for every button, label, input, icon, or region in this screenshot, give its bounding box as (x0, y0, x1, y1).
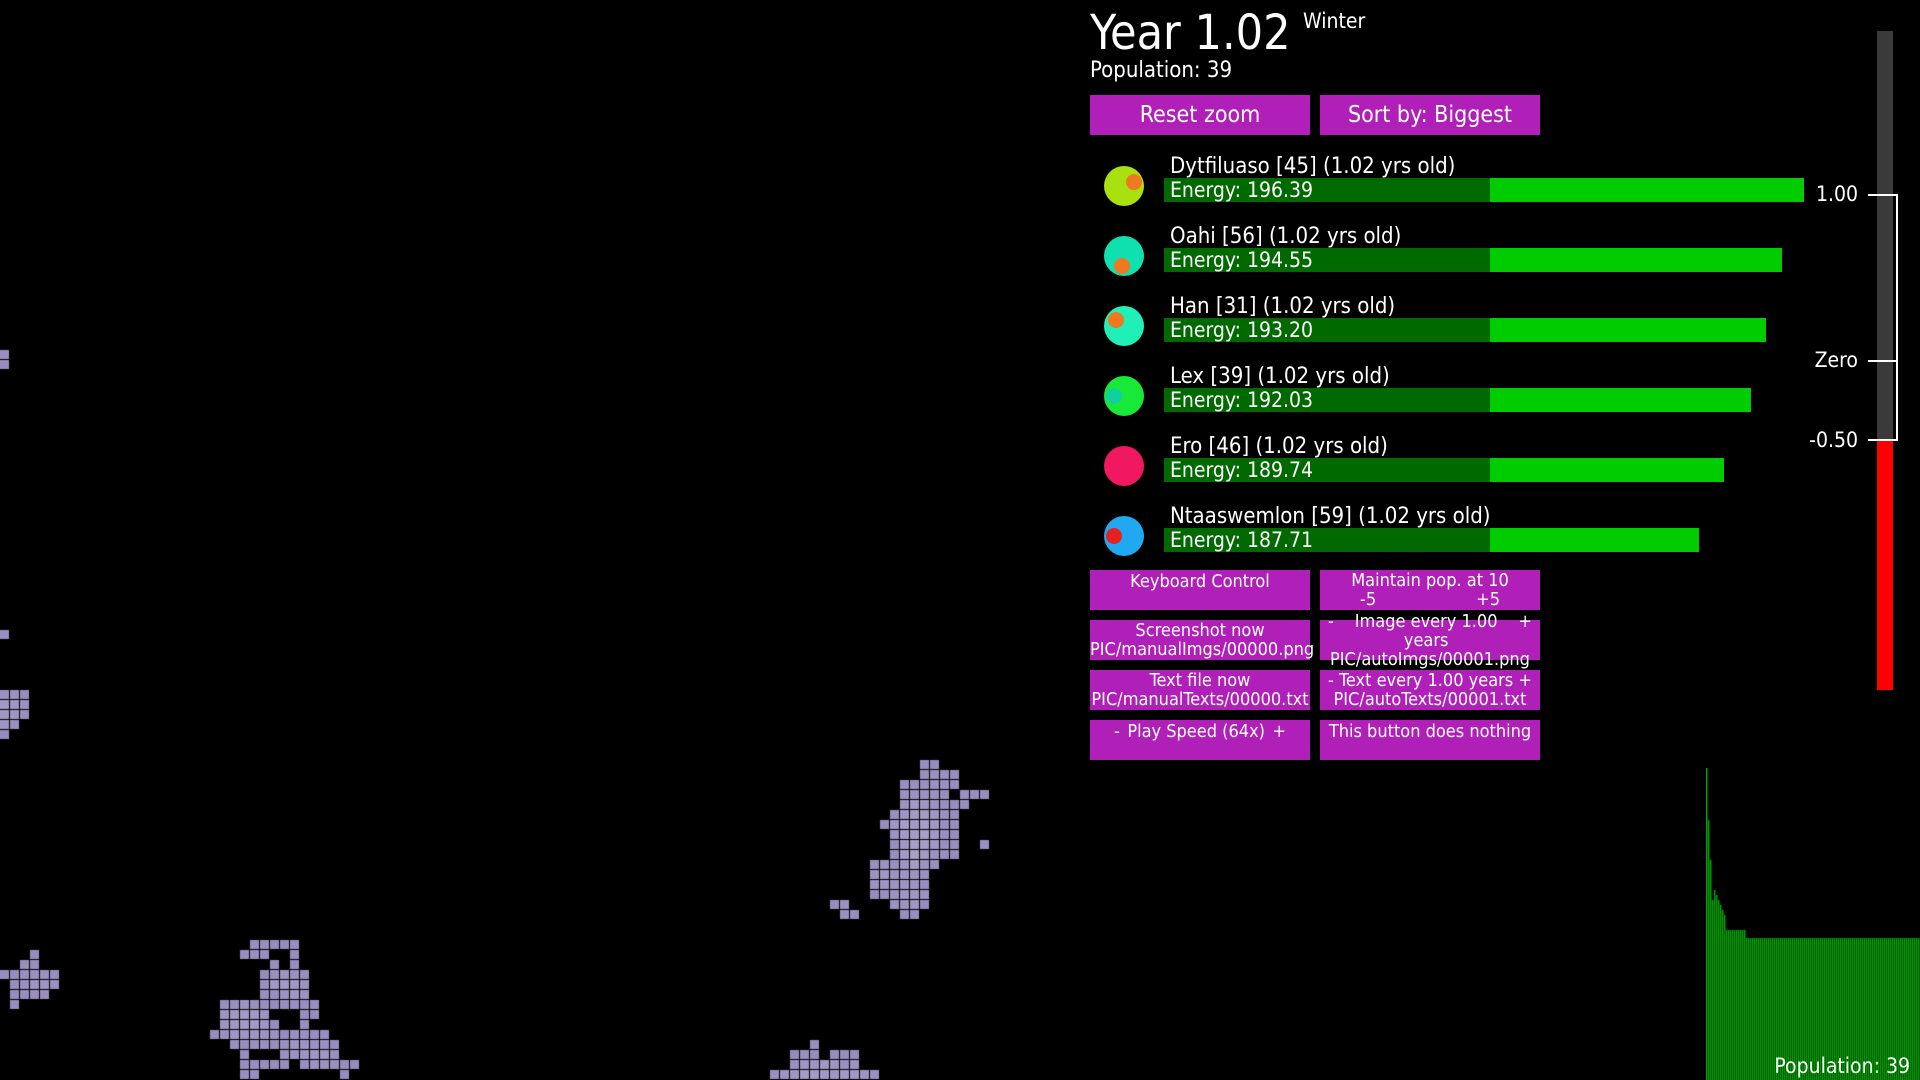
text-every-label: Text every 1.00 years (1339, 670, 1514, 691)
text-every-decrease-button[interactable]: - (1328, 671, 1334, 690)
energy-bar: Energy: 196.39 (1164, 178, 1804, 202)
maintain-pop-increase-button[interactable]: +5 (1476, 590, 1500, 609)
scale-bracket (1896, 194, 1898, 441)
creature-row[interactable]: Dytfiluaso [45] (1.02 yrs old) Energy: 1… (1090, 152, 1810, 214)
text-file-now-button[interactable]: Text file now PIC/manualTexts/00000.txt (1090, 670, 1310, 710)
scale-top-label: 1.00 (1815, 182, 1858, 206)
creature-spot-icon (1106, 528, 1122, 544)
scale-tick-value (1868, 439, 1898, 441)
text-file-now-label: Text file now (1149, 670, 1251, 691)
maintain-pop-decrease-button[interactable]: -5 (1360, 590, 1376, 609)
energy-label: Energy: 187.71 (1170, 528, 1314, 552)
population-histogram (1706, 768, 1920, 1080)
creature-row[interactable]: Oahi [56] (1.02 yrs old) Energy: 194.55 (1090, 222, 1810, 284)
image-every-button[interactable]: - Image every 1.00 years + PIC/autoImgs/00… (1320, 612, 1540, 669)
creature-spot-icon (1114, 258, 1130, 274)
maintain-pop-button[interactable]: Maintain pop. at 10 -5 +5 (1320, 570, 1540, 610)
keyboard-control-label: Keyboard Control (1130, 571, 1270, 592)
play-speed-increase-button[interactable]: + (1272, 722, 1286, 741)
energy-bar: Energy: 194.55 (1164, 248, 1782, 272)
creature-row[interactable]: Ntaaswemlon [59] (1.02 yrs old) Energy: … (1090, 502, 1810, 564)
keyboard-control-button[interactable]: Keyboard Control (1090, 570, 1310, 610)
play-speed-button[interactable]: - Play Speed (64x) + (1090, 720, 1310, 760)
image-every-increase-button[interactable]: + (1518, 612, 1532, 650)
creature-icon (1104, 236, 1144, 276)
creature-row[interactable]: Lex [39] (1.02 yrs old) Energy: 192.03 (1090, 362, 1810, 424)
energy-bar: Energy: 187.71 (1164, 528, 1699, 552)
nothing-button[interactable]: This button does nothing (1320, 720, 1540, 760)
text-every-path: PIC/autoTexts/00001.txt (1333, 689, 1527, 710)
screenshot-now-label: Screenshot now (1135, 620, 1265, 641)
energy-label: Energy: 196.39 (1170, 178, 1314, 202)
text-every-button[interactable]: - Text every 1.00 years + PIC/autoTexts/00… (1320, 670, 1540, 710)
sort-by-label: Sort by: Biggest (1347, 101, 1513, 128)
screenshot-now-button[interactable]: Screenshot now PIC/manualImgs/00000.png (1090, 620, 1315, 660)
play-speed-decrease-button[interactable]: - (1114, 722, 1120, 741)
creature-name: Han [31] (1.02 yrs old) (1170, 294, 1396, 319)
text-file-path: PIC/manualTexts/00000.txt (1091, 689, 1309, 710)
season-display: Winter (1303, 9, 1366, 33)
energy-bar: Energy: 193.20 (1164, 318, 1766, 342)
energy-bar: Energy: 192.03 (1164, 388, 1751, 412)
creature-name: Ero [46] (1.02 yrs old) (1170, 434, 1388, 459)
creature-icon (1104, 306, 1144, 346)
text-every-increase-button[interactable]: + (1518, 671, 1532, 690)
creature-name: Ntaaswemlon [59] (1.02 yrs old) (1170, 504, 1491, 529)
nothing-button-label: This button does nothing (1328, 721, 1532, 742)
histogram-population-label: Population: 39 (1774, 1054, 1910, 1078)
creature-row[interactable]: Han [31] (1.02 yrs old) Energy: 193.20 (1090, 292, 1810, 354)
energy-label: Energy: 192.03 (1170, 388, 1314, 412)
scale-zero-label: Zero (1814, 348, 1858, 372)
screenshot-path: PIC/manualImgs/00000.png (1090, 639, 1315, 660)
reset-zoom-button[interactable]: Reset zoom (1090, 95, 1310, 135)
creature-icon (1104, 446, 1144, 486)
world-map[interactable] (0, 0, 1080, 1080)
creature-name: Dytfiluaso [45] (1.02 yrs old) (1170, 154, 1456, 179)
energy-label: Energy: 193.20 (1170, 318, 1314, 342)
creature-icon (1104, 376, 1144, 416)
play-speed-label: Play Speed (64x) (1127, 721, 1265, 742)
creature-row[interactable]: Ero [46] (1.02 yrs old) Energy: 189.74 (1090, 432, 1810, 494)
image-every-label: Image every 1.00 years (1354, 610, 1498, 651)
scale-value-label: -0.50 (1809, 428, 1858, 452)
scale-tick-top (1868, 194, 1898, 196)
creature-spot-icon (1106, 388, 1122, 404)
reset-zoom-label: Reset zoom (1139, 101, 1261, 128)
scale-value-fill (1877, 440, 1893, 690)
scale-tick-zero (1868, 360, 1898, 362)
energy-bar: Energy: 189.74 (1164, 458, 1724, 482)
scale-track (1877, 31, 1893, 440)
energy-label: Energy: 194.55 (1170, 248, 1314, 272)
sort-by-button[interactable]: Sort by: Biggest (1320, 95, 1540, 135)
population-display: Population: 39 (1090, 58, 1233, 83)
year-display: Year 1.02 (1090, 5, 1291, 61)
energy-label: Energy: 189.74 (1170, 458, 1314, 482)
creature-name: Oahi [56] (1.02 yrs old) (1170, 224, 1402, 249)
creature-spot-icon (1116, 448, 1132, 464)
maintain-pop-label: Maintain pop. at 10 (1351, 570, 1509, 591)
creature-icon (1104, 166, 1144, 206)
creature-spot-icon (1126, 174, 1142, 190)
image-every-path: PIC/autoImgs/00001.png (1330, 648, 1530, 670)
creature-icon (1104, 516, 1144, 556)
creature-spot-icon (1108, 312, 1124, 328)
creature-name: Lex [39] (1.02 yrs old) (1170, 364, 1390, 389)
